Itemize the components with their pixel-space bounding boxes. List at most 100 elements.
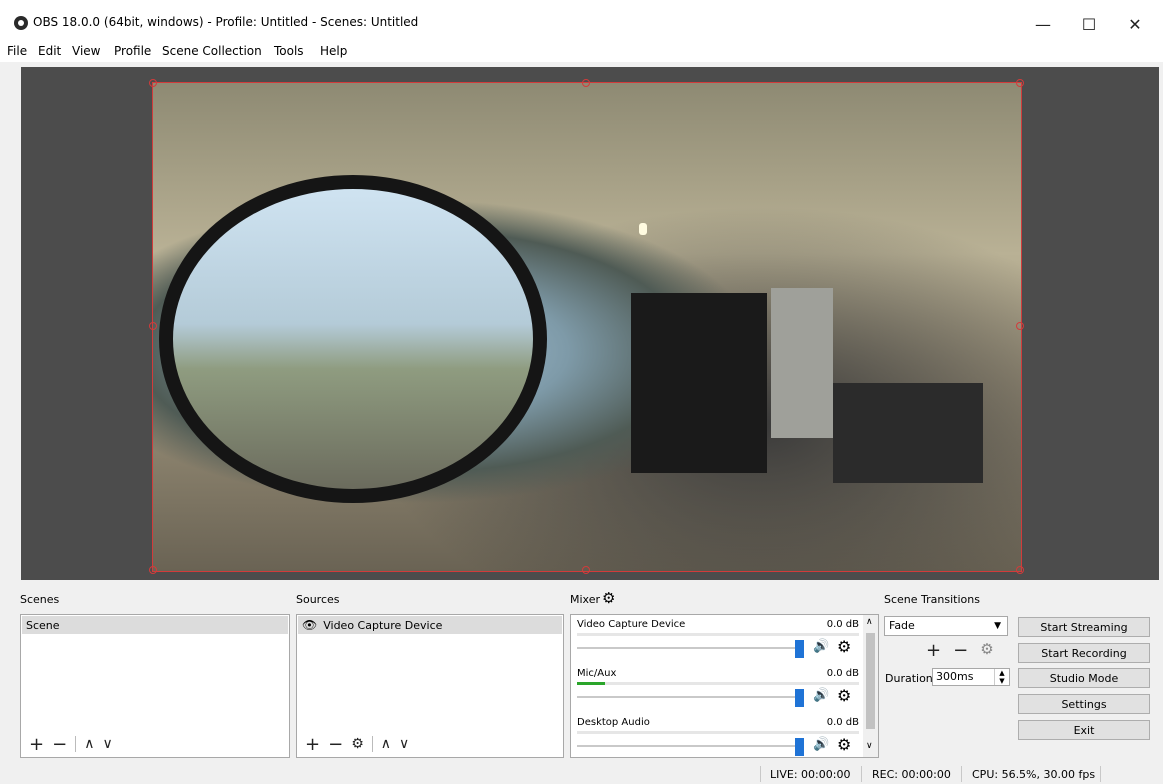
start-streaming-button[interactable]: Start Streaming bbox=[1018, 617, 1150, 637]
track-name: Desktop Audio bbox=[577, 717, 650, 728]
resize-handle-top-right[interactable] bbox=[1016, 79, 1024, 87]
speaker-icon[interactable]: 🔊 bbox=[813, 737, 829, 752]
status-separator bbox=[760, 766, 761, 782]
menu-profile[interactable]: Profile bbox=[114, 44, 151, 58]
resize-handle-top[interactable] bbox=[582, 79, 590, 87]
status-bar: LIVE: 00:00:00 REC: 00:00:00 CPU: 56.5%,… bbox=[0, 762, 1163, 784]
sources-list[interactable]: 👁 Video Capture Device + − ⚙ ∧ ∨ bbox=[296, 614, 564, 758]
mixer-gear-icon[interactable]: ⚙ bbox=[602, 589, 615, 607]
mixer-label: Mixer bbox=[570, 593, 601, 606]
menu-file[interactable]: File bbox=[7, 44, 27, 58]
transition-toolbar: + − ⚙ bbox=[926, 640, 994, 661]
eye-icon[interactable]: 👁 bbox=[302, 618, 317, 632]
volume-slider-thumb[interactable] bbox=[795, 738, 804, 756]
scroll-down-arrow-icon[interactable]: ∨ bbox=[866, 741, 873, 751]
sources-toolbar: + − ⚙ ∧ ∨ bbox=[297, 731, 563, 757]
track-db: 0.0 dB bbox=[826, 619, 859, 630]
window-title: OBS 18.0.0 (64bit, windows) - Profile: U… bbox=[33, 15, 419, 29]
mixer-scrollbar[interactable]: ∧ ∨ bbox=[863, 615, 878, 757]
remove-transition-button[interactable]: − bbox=[953, 640, 968, 661]
transition-gear-icon[interactable]: ⚙ bbox=[980, 640, 993, 661]
mixer-track-video-capture: Video Capture Device 0.0 dB 🔊 ⚙ bbox=[577, 617, 859, 665]
studio-mode-button[interactable]: Studio Mode bbox=[1018, 668, 1150, 688]
glass-door bbox=[631, 293, 767, 473]
menu-tools[interactable]: Tools bbox=[274, 44, 304, 58]
duration-label: Duration bbox=[885, 672, 933, 685]
title-bar: OBS 18.0.0 (64bit, windows) - Profile: U… bbox=[0, 0, 1163, 38]
scroll-up-arrow-icon[interactable]: ∧ bbox=[866, 617, 873, 627]
cabinet bbox=[771, 288, 833, 438]
add-scene-button[interactable]: + bbox=[29, 734, 44, 755]
transition-select[interactable]: Fade ▼ bbox=[884, 616, 1008, 636]
mixer-track-mic-aux: Mic/Aux 0.0 dB 🔊 ⚙ bbox=[577, 666, 859, 714]
move-scene-down-button[interactable]: ∨ bbox=[102, 736, 112, 752]
resize-handle-bottom-right[interactable] bbox=[1016, 566, 1024, 574]
close-button[interactable]: ✕ bbox=[1112, 10, 1158, 38]
spin-arrows-icon[interactable]: ▲ ▼ bbox=[994, 669, 1009, 685]
mixer-scrollbar-thumb[interactable] bbox=[866, 633, 875, 729]
ceiling-lamp bbox=[639, 223, 647, 235]
menu-edit[interactable]: Edit bbox=[38, 44, 61, 58]
volume-slider[interactable] bbox=[577, 647, 802, 649]
toolbar-separator bbox=[371, 736, 373, 752]
speaker-icon[interactable]: 🔊 bbox=[813, 688, 829, 703]
volume-meter bbox=[577, 633, 859, 636]
resize-handle-bottom-left[interactable] bbox=[149, 566, 157, 574]
volume-slider[interactable] bbox=[577, 745, 802, 747]
rec-timer: REC: 00:00:00 bbox=[872, 768, 951, 781]
scene-item[interactable]: Scene bbox=[22, 616, 288, 634]
volume-meter bbox=[577, 731, 859, 734]
menu-bar: File Edit View Profile Scene Collection … bbox=[0, 38, 1163, 62]
dropdown-caret-icon: ▼ bbox=[994, 621, 1001, 631]
move-source-down-button[interactable]: ∨ bbox=[399, 736, 409, 752]
mixer-track-desktop-audio: Desktop Audio 0.0 dB 🔊 ⚙ bbox=[577, 715, 859, 757]
resize-handle-right[interactable] bbox=[1016, 322, 1024, 330]
resize-handle-left[interactable] bbox=[149, 322, 157, 330]
mixer-panel: Video Capture Device 0.0 dB 🔊 ⚙ Mic/Aux … bbox=[570, 614, 879, 758]
move-scene-up-button[interactable]: ∧ bbox=[84, 736, 94, 752]
resize-handle-bottom[interactable] bbox=[582, 566, 590, 574]
scene-transitions-label: Scene Transitions bbox=[884, 593, 980, 606]
volume-slider-thumb[interactable] bbox=[795, 689, 804, 707]
sources-label: Sources bbox=[296, 593, 340, 606]
menu-view[interactable]: View bbox=[72, 44, 100, 58]
track-gear-icon[interactable]: ⚙ bbox=[837, 686, 851, 705]
minimize-button[interactable]: — bbox=[1020, 10, 1066, 38]
settings-button[interactable]: Settings bbox=[1018, 694, 1150, 714]
remove-scene-button[interactable]: − bbox=[52, 734, 67, 755]
menu-help[interactable]: Help bbox=[320, 44, 347, 58]
desk-area bbox=[833, 383, 983, 483]
scenes-toolbar: + − ∧ ∨ bbox=[21, 731, 289, 757]
transition-selected-value: Fade bbox=[889, 619, 915, 632]
video-capture-preview[interactable] bbox=[152, 82, 1022, 572]
toolbar-separator bbox=[75, 736, 77, 752]
scenes-list[interactable]: Scene + − ∧ ∨ bbox=[20, 614, 290, 758]
scenes-label: Scenes bbox=[20, 593, 60, 606]
add-transition-button[interactable]: + bbox=[926, 640, 941, 661]
source-item-label: Video Capture Device bbox=[323, 618, 443, 632]
volume-slider-thumb[interactable] bbox=[795, 640, 804, 658]
start-recording-button[interactable]: Start Recording bbox=[1018, 643, 1150, 663]
track-name: Video Capture Device bbox=[577, 619, 686, 630]
remove-source-button[interactable]: − bbox=[328, 734, 343, 755]
menu-scene-collection[interactable]: Scene Collection bbox=[162, 44, 262, 58]
volume-slider[interactable] bbox=[577, 696, 802, 698]
live-timer: LIVE: 00:00:00 bbox=[770, 768, 851, 781]
move-source-up-button[interactable]: ∧ bbox=[381, 736, 391, 752]
add-source-button[interactable]: + bbox=[305, 734, 320, 755]
speaker-icon[interactable]: 🔊 bbox=[813, 639, 829, 654]
status-separator bbox=[1100, 766, 1101, 782]
cpu-fps-readout: CPU: 56.5%, 30.00 fps bbox=[972, 768, 1096, 781]
exit-button[interactable]: Exit bbox=[1018, 720, 1150, 740]
maximize-button[interactable]: ☐ bbox=[1066, 10, 1112, 38]
resize-handle-top-left[interactable] bbox=[149, 79, 157, 87]
track-gear-icon[interactable]: ⚙ bbox=[837, 637, 851, 656]
duration-spinbox[interactable]: 300ms ▲ ▼ bbox=[932, 668, 1010, 686]
preview-canvas[interactable] bbox=[21, 67, 1159, 580]
obs-logo-icon bbox=[14, 16, 28, 30]
source-item[interactable]: 👁 Video Capture Device bbox=[298, 616, 562, 634]
track-name: Mic/Aux bbox=[577, 668, 617, 679]
track-gear-icon[interactable]: ⚙ bbox=[837, 735, 851, 754]
source-properties-gear-icon[interactable]: ⚙ bbox=[351, 736, 364, 752]
duration-value: 300ms bbox=[936, 670, 974, 683]
